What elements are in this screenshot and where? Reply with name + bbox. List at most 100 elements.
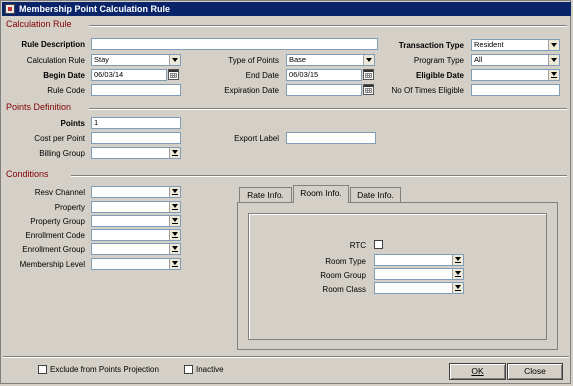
footer-divider	[3, 356, 569, 358]
section-divider	[89, 108, 567, 110]
eligible-date-lov[interactable]	[471, 69, 560, 81]
chevron-down-icon	[172, 58, 178, 62]
type-of-points-dropdown-button[interactable]	[363, 55, 374, 65]
enrollment-group-lov[interactable]	[91, 243, 181, 255]
expiration-date-input[interactable]	[286, 84, 362, 96]
section-divider	[71, 175, 567, 177]
property-group-label: Property Group	[30, 217, 85, 226]
membership-level-lov[interactable]	[91, 258, 181, 270]
property-label: Property	[54, 203, 85, 212]
arrow-bar	[172, 223, 178, 224]
no-of-times-eligible-label: No Of Times Eligible	[391, 86, 464, 95]
enrollment-code-label: Enrollment Code	[25, 231, 85, 240]
lov-button[interactable]	[452, 283, 463, 293]
transaction-type-value: Resident	[474, 40, 504, 49]
arrow-bar	[172, 194, 178, 195]
rtc-checkbox[interactable]	[374, 240, 383, 249]
type-of-points-label: Type of Points	[228, 56, 279, 65]
down-arrow-icon	[455, 285, 461, 289]
resv-channel-label: Resv Channel	[34, 188, 85, 197]
no-of-times-eligible-input[interactable]	[471, 84, 560, 96]
type-of-points-select[interactable]: Base	[286, 54, 375, 66]
lov-button[interactable]	[169, 230, 180, 240]
inactive-label: Inactive	[196, 365, 224, 374]
program-type-dropdown-button[interactable]	[548, 55, 559, 65]
program-type-label: Program Type	[413, 56, 464, 65]
section-calculation-rule: Calculation Rule	[6, 19, 72, 29]
billing-group-lov[interactable]	[91, 147, 181, 159]
lov-button[interactable]	[169, 202, 180, 212]
arrow-bar	[551, 77, 557, 78]
calendar-icon[interactable]	[168, 69, 179, 80]
export-label-input[interactable]	[286, 132, 376, 144]
section-divider	[89, 25, 567, 27]
lov-button[interactable]	[169, 259, 180, 269]
chevron-down-icon	[366, 58, 372, 62]
transaction-type-dropdown-button[interactable]	[548, 40, 559, 50]
points-label: Points	[60, 119, 85, 128]
exclude-from-points-projection-checkbox[interactable]	[38, 365, 47, 374]
end-date-input[interactable]: 06/03/15	[286, 69, 362, 81]
property-lov[interactable]	[91, 201, 181, 213]
program-type-select[interactable]: All	[471, 54, 560, 66]
room-type-lov[interactable]	[374, 254, 464, 266]
down-arrow-icon	[551, 72, 557, 76]
begin-date-input[interactable]: 06/03/14	[91, 69, 167, 81]
arrow-bar	[172, 251, 178, 252]
calculation-rule-select[interactable]: Stay	[91, 54, 181, 66]
section-conditions: Conditions	[6, 169, 49, 179]
lov-button[interactable]	[452, 269, 463, 279]
room-group-lov[interactable]	[374, 268, 464, 280]
arrow-bar	[455, 290, 461, 291]
down-arrow-icon	[172, 150, 178, 154]
window-title: Membership Point Calculation Rule	[19, 4, 171, 14]
close-button-label: Close	[524, 366, 546, 376]
calendar-icon[interactable]	[363, 69, 374, 80]
app-icon	[5, 4, 15, 14]
rule-description-input[interactable]	[91, 38, 378, 50]
rule-code-input[interactable]	[91, 84, 181, 96]
down-arrow-icon	[455, 257, 461, 261]
calculation-rule-dropdown-button[interactable]	[169, 55, 180, 65]
membership-point-calculation-rule-window: Membership Point Calculation Rule Calcul…	[0, 0, 571, 384]
tab-room-info[interactable]: Room Info.	[293, 185, 349, 203]
calculation-rule-value: Stay	[94, 55, 110, 64]
chevron-down-icon	[551, 43, 557, 47]
arrow-bar	[172, 237, 178, 238]
cost-per-point-input[interactable]	[91, 132, 181, 144]
room-class-label: Room Class	[322, 285, 366, 294]
resv-channel-lov[interactable]	[91, 186, 181, 198]
lov-button[interactable]	[169, 244, 180, 254]
export-label-label: Export Label	[234, 134, 279, 143]
arrow-bar	[172, 209, 178, 210]
membership-level-label: Membership Level	[19, 260, 85, 269]
ok-button[interactable]: OK	[449, 363, 506, 380]
title-bar: Membership Point Calculation Rule	[2, 2, 571, 16]
calendar-icon[interactable]	[363, 84, 374, 95]
program-type-value: All	[474, 55, 483, 64]
lov-button[interactable]	[169, 187, 180, 197]
lov-button[interactable]	[169, 216, 180, 226]
lov-button[interactable]	[548, 70, 559, 80]
room-class-lov[interactable]	[374, 282, 464, 294]
arrow-bar	[455, 262, 461, 263]
enrollment-code-lov[interactable]	[91, 229, 181, 241]
property-group-lov[interactable]	[91, 215, 181, 227]
rule-description-label: Rule Description	[21, 40, 85, 49]
lov-button[interactable]	[169, 148, 180, 158]
room-type-label: Room Type	[325, 257, 366, 266]
begin-date-label: Begin Date	[43, 71, 85, 80]
transaction-type-select[interactable]: Resident	[471, 39, 560, 51]
room-group-label: Room Group	[320, 271, 366, 280]
arrow-bar	[455, 276, 461, 277]
arrow-bar	[172, 155, 178, 156]
close-button[interactable]: Close	[507, 363, 563, 380]
section-points-definition: Points Definition	[6, 102, 72, 112]
inactive-checkbox[interactable]	[184, 365, 193, 374]
points-input[interactable]: 1	[91, 117, 181, 129]
tab-rate-info[interactable]: Rate Info.	[239, 187, 292, 203]
calculation-rule-label: Calculation Rule	[26, 56, 85, 65]
tab-date-info[interactable]: Date Info.	[350, 187, 401, 203]
lov-button[interactable]	[452, 255, 463, 265]
ok-button-label: OK	[471, 366, 484, 376]
